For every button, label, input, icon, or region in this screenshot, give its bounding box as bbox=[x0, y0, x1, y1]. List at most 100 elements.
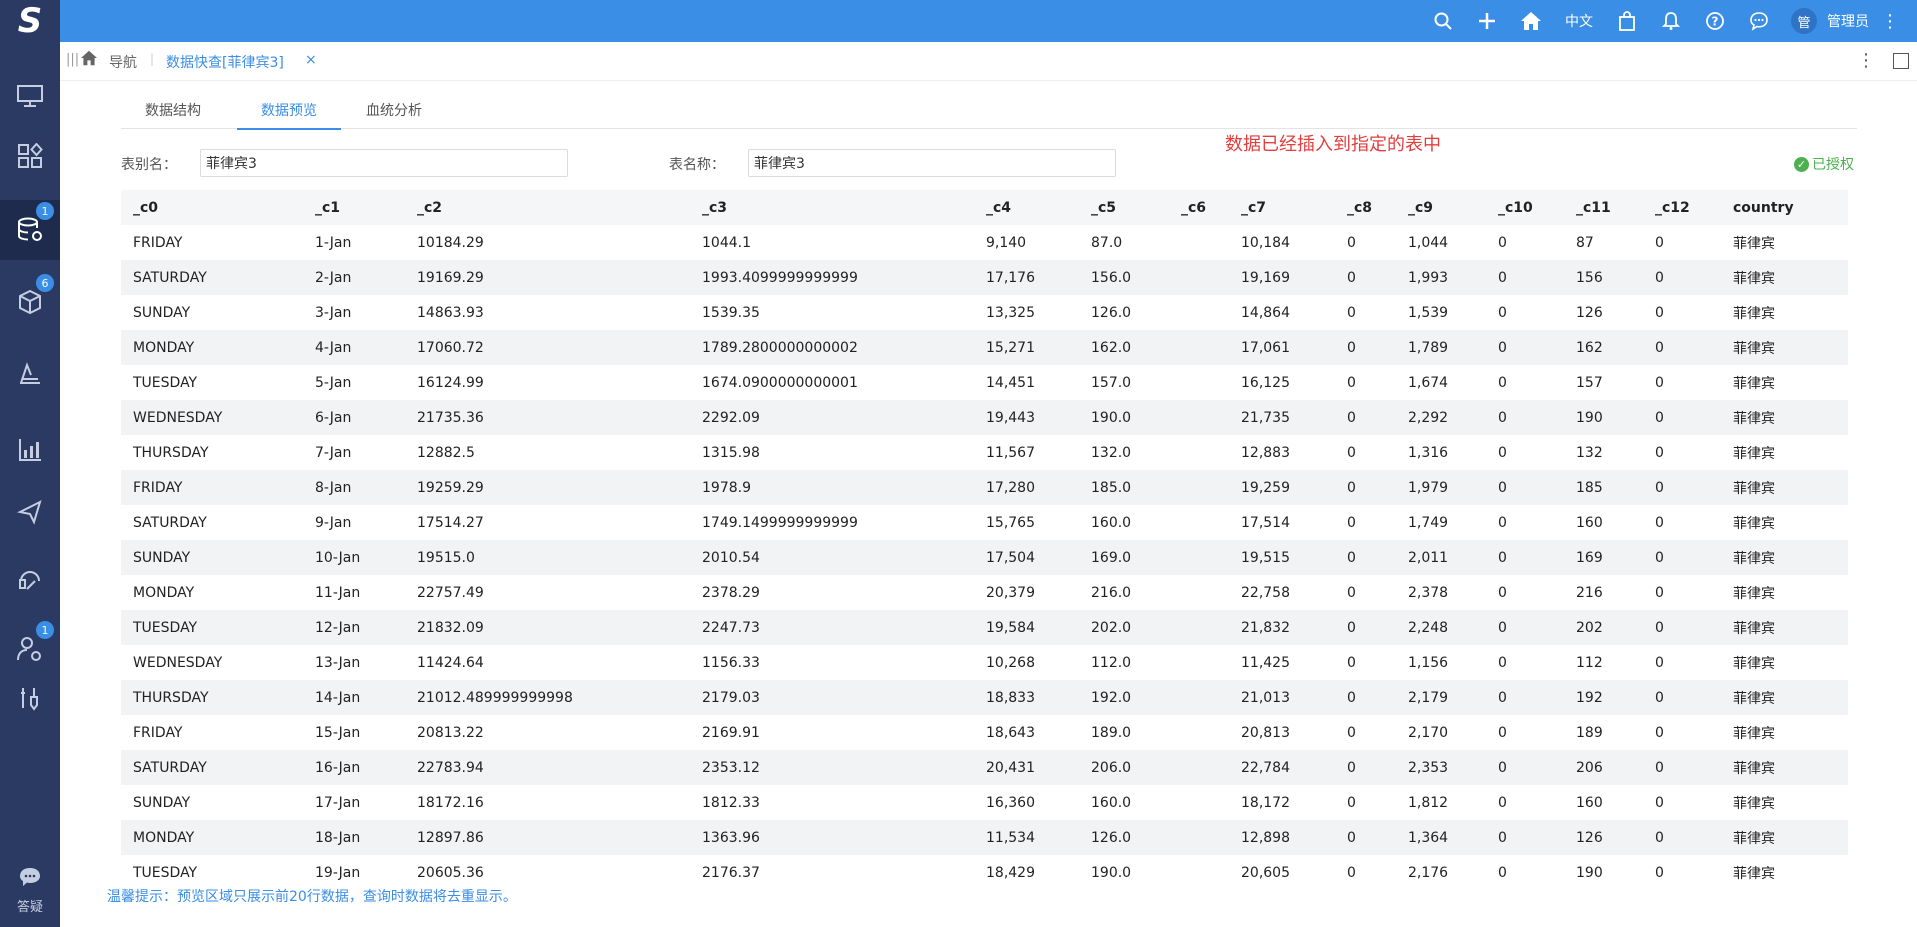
maximize-icon[interactable] bbox=[1893, 53, 1909, 69]
badge-count: 1 bbox=[36, 621, 54, 639]
table-cell: 1,749 bbox=[1408, 514, 1449, 531]
table-cell: 菲律宾 bbox=[1733, 515, 1775, 532]
table-cell: 126 bbox=[1564, 820, 1643, 855]
sidebar-item-layers[interactable] bbox=[0, 344, 60, 404]
table-row[interactable]: SATURDAY 16-Jan 22783.94 2353.12 20,431 206.0… bbox=[121, 750, 1848, 785]
table-row[interactable]: WEDNESDAY 13-Jan 11424.64 1156.33 10,268 112.… bbox=[121, 645, 1848, 680]
table-row[interactable]: TUESDAY 5-Jan 16124.99 1674.0900000000001 14… bbox=[121, 365, 1848, 400]
sidebar-item-monitor[interactable] bbox=[0, 66, 60, 126]
table-cell bbox=[1169, 715, 1229, 750]
column-header[interactable]: _c6 bbox=[1169, 190, 1229, 225]
tab-data-query[interactable]: 数据快查[菲律宾3] bbox=[166, 52, 284, 72]
bag-icon[interactable] bbox=[1605, 0, 1649, 42]
table-row[interactable]: FRIDAY 15-Jan 20813.22 2169.91 18,643 189.0 20… bbox=[121, 715, 1848, 750]
table-cell: 19,259 bbox=[1229, 470, 1335, 505]
column-header[interactable]: _c0 bbox=[121, 190, 303, 225]
help-qa[interactable]: 答疑 bbox=[0, 860, 60, 920]
avatar[interactable]: 管 bbox=[1791, 8, 1817, 34]
column-header[interactable]: _c11 bbox=[1564, 190, 1643, 225]
table-cell: 192 bbox=[1564, 680, 1643, 715]
table-cell: 8-Jan bbox=[303, 470, 405, 505]
sidebar-item-support[interactable] bbox=[0, 550, 60, 610]
table-row[interactable]: WEDNESDAY 6-Jan 21735.36 2292.09 19,443 190.0… bbox=[121, 400, 1848, 435]
table-cell: 菲律宾 bbox=[1721, 400, 1848, 435]
tab-data-structure[interactable]: 数据结构 bbox=[121, 94, 225, 128]
column-header[interactable]: _c9 bbox=[1396, 190, 1486, 225]
table-row[interactable]: MONDAY 11-Jan 22757.49 2378.29 20,379 216.0 22… bbox=[121, 575, 1848, 610]
table-name-input[interactable] bbox=[748, 149, 1116, 177]
tab-nav[interactable]: 导航 bbox=[109, 52, 137, 72]
column-header[interactable]: _c5 bbox=[1079, 190, 1169, 225]
table-cell: THURSDAY bbox=[133, 444, 209, 461]
table-cell: 1315.98 bbox=[702, 444, 760, 461]
table-row[interactable]: SATURDAY 9-Jan 17514.27 1749.1499999999999 1… bbox=[121, 505, 1848, 540]
tab-data-preview[interactable]: 数据预览 bbox=[237, 94, 341, 130]
tab-lineage-analysis[interactable]: 血统分析 bbox=[342, 94, 446, 128]
grip-icon[interactable]: ||| bbox=[66, 52, 79, 67]
more-icon[interactable]: ⋮ bbox=[1881, 11, 1899, 32]
table-cell: 菲律宾 bbox=[1721, 610, 1848, 645]
language-switch[interactable]: 中文 bbox=[1553, 11, 1605, 31]
column-header[interactable]: _c10 bbox=[1486, 190, 1564, 225]
table-cell: 22,758 bbox=[1241, 584, 1290, 601]
table-cell: 20,605 bbox=[1241, 864, 1290, 881]
sidebar-item-apps[interactable] bbox=[0, 126, 60, 186]
table-cell: 1,156 bbox=[1408, 654, 1449, 671]
table-cell: 20,379 bbox=[986, 584, 1035, 601]
table-cell: 0 bbox=[1655, 304, 1664, 321]
table-row[interactable]: THURSDAY 14-Jan 21012.489999999998 2179.03 1… bbox=[121, 680, 1848, 715]
app-logo[interactable]: S bbox=[0, 0, 60, 42]
sidebar-item-cube[interactable]: 6 bbox=[0, 272, 60, 332]
column-header[interactable]: _c4 bbox=[974, 190, 1079, 225]
table-cell: SUNDAY bbox=[121, 540, 303, 575]
table-cell: 11,567 bbox=[986, 444, 1035, 461]
more-icon[interactable]: ⋮ bbox=[1857, 50, 1875, 71]
chat-icon[interactable] bbox=[1737, 0, 1781, 42]
table-cell: 21832.09 bbox=[405, 610, 690, 645]
table-cell: FRIDAY bbox=[133, 234, 183, 251]
bell-icon[interactable] bbox=[1649, 0, 1693, 42]
table-row[interactable]: SUNDAY 17-Jan 18172.16 1812.33 16,360 160.0 18… bbox=[121, 785, 1848, 820]
table-row[interactable]: SUNDAY 3-Jan 14863.93 1539.35 13,325 126.0 14,… bbox=[121, 295, 1848, 330]
table-cell: 1,674 bbox=[1408, 374, 1449, 391]
table-row[interactable]: SUNDAY 10-Jan 19515.0 2010.54 17,504 169.0 19,… bbox=[121, 540, 1848, 575]
table-cell: 190.0 bbox=[1079, 400, 1169, 435]
sidebar-item-tools[interactable] bbox=[0, 668, 60, 728]
plus-icon[interactable] bbox=[1465, 0, 1509, 42]
table-cell: 13,325 bbox=[986, 304, 1035, 321]
table-row[interactable]: THURSDAY 7-Jan 12882.5 1315.98 11,567 132.0 12… bbox=[121, 435, 1848, 470]
alias-input[interactable] bbox=[200, 149, 568, 177]
column-header[interactable]: country bbox=[1721, 190, 1848, 225]
table-cell: 19,169 bbox=[1229, 260, 1335, 295]
table-cell: 12897.86 bbox=[405, 820, 690, 855]
sidebar-item-send[interactable] bbox=[0, 482, 60, 542]
column-header[interactable]: _c12 bbox=[1643, 190, 1721, 225]
column-header[interactable]: _c3 bbox=[690, 190, 974, 225]
table-cell: 112.0 bbox=[1091, 654, 1132, 671]
column-header[interactable]: _c7 bbox=[1229, 190, 1335, 225]
table-cell: 0 bbox=[1486, 540, 1564, 575]
data-preview-table: _c0 _c1 _c2 _c3 _c4 _c5 _c6 _c7 _c8 _c9 _c10 _c11 _c… bbox=[121, 190, 1848, 890]
search-icon[interactable] bbox=[1421, 0, 1465, 42]
sidebar-item-chart[interactable] bbox=[0, 420, 60, 480]
table-cell: 132.0 bbox=[1091, 444, 1132, 461]
home-icon[interactable] bbox=[1509, 0, 1553, 42]
table-cell: 190 bbox=[1576, 864, 1603, 881]
table-row[interactable]: MONDAY 18-Jan 12897.86 1363.96 11,534 126.0 12… bbox=[121, 820, 1848, 855]
table-row[interactable]: FRIDAY 8-Jan 19259.29 1978.9 17,280 185.0 19,2… bbox=[121, 470, 1848, 505]
table-row[interactable]: MONDAY 4-Jan 17060.72 1789.2800000000002 15,… bbox=[121, 330, 1848, 365]
column-header[interactable]: _c1 bbox=[303, 190, 405, 225]
table-cell: 156.0 bbox=[1079, 260, 1169, 295]
close-icon[interactable]: × bbox=[305, 52, 317, 68]
home-icon[interactable] bbox=[80, 50, 98, 71]
column-header[interactable]: _c2 bbox=[405, 190, 690, 225]
table-row[interactable]: SATURDAY 2-Jan 19169.29 1993.4099999999999 1… bbox=[121, 260, 1848, 295]
table-cell: 6-Jan bbox=[303, 400, 405, 435]
help-icon[interactable]: ? bbox=[1693, 0, 1737, 42]
table-row[interactable]: FRIDAY 1-Jan 10184.29 1044.1 9,140 87.0 10,184… bbox=[121, 225, 1848, 260]
username[interactable]: 管理员 bbox=[1827, 11, 1869, 31]
table-row[interactable]: TUESDAY 12-Jan 21832.09 2247.73 19,584 202.0 2… bbox=[121, 610, 1848, 645]
table-row[interactable]: TUESDAY 19-Jan 20605.36 2176.37 18,429 190.0 2… bbox=[121, 855, 1848, 890]
sidebar-item-database[interactable]: 1 bbox=[0, 200, 60, 260]
column-header[interactable]: _c8 bbox=[1335, 190, 1396, 225]
